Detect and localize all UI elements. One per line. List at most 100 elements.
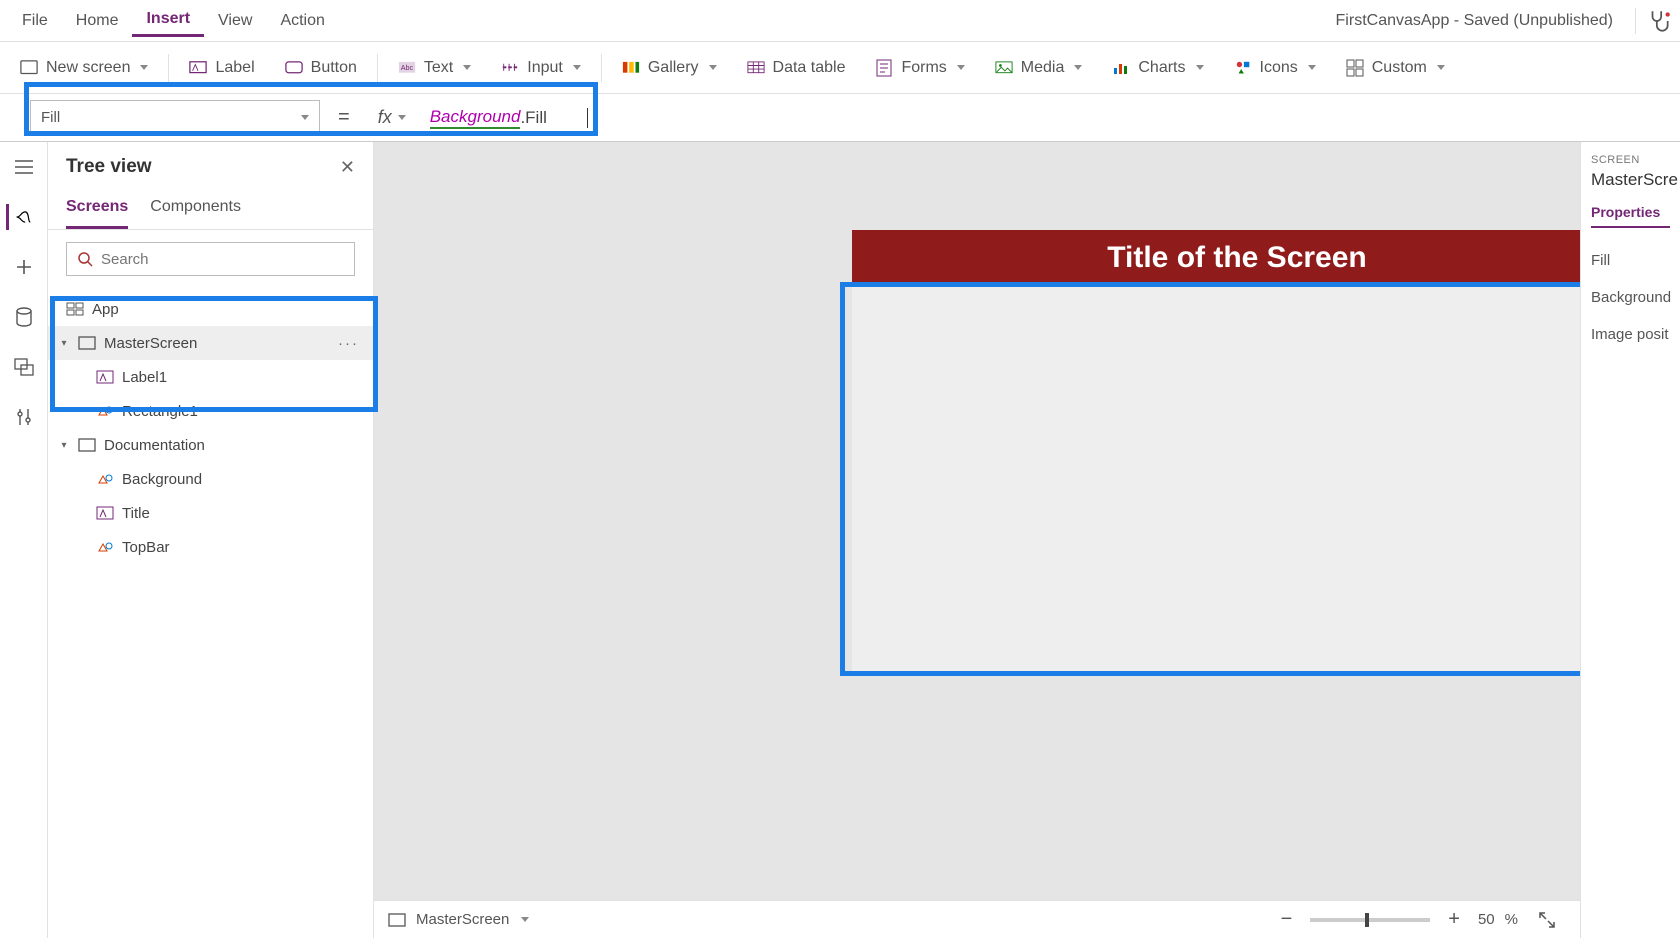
props-tab-properties[interactable]: Properties: [1591, 204, 1670, 228]
advanced-tools-icon[interactable]: [11, 404, 37, 430]
label-icon: [96, 506, 114, 520]
media-panel-icon[interactable]: [11, 354, 37, 380]
data-icon[interactable]: [11, 304, 37, 330]
chevron-down-icon[interactable]: ▾: [58, 440, 70, 451]
menu-file[interactable]: File: [8, 6, 62, 36]
menu-bar: File Home Insert View Action FirstCanvas…: [0, 0, 1680, 42]
tab-screens[interactable]: Screens: [66, 192, 128, 229]
tree-node-documentation-label: Documentation: [104, 437, 205, 454]
app-checker-icon[interactable]: [1646, 8, 1672, 34]
screen-icon: [388, 913, 406, 927]
hamburger-icon[interactable]: [11, 154, 37, 180]
zoom-out-button[interactable]: −: [1273, 908, 1301, 931]
fx-label: fx: [378, 107, 392, 128]
insert-text-label: Text: [424, 59, 453, 77]
tree-node-topbar[interactable]: TopBar: [48, 530, 373, 564]
search-icon: [77, 251, 93, 267]
prop-row-background[interactable]: Background: [1591, 279, 1670, 316]
chevron-down-icon[interactable]: [521, 917, 529, 922]
shape-icon: [96, 540, 114, 554]
chevron-down-icon: [301, 115, 309, 120]
close-icon[interactable]: ✕: [340, 157, 355, 178]
gallery-icon: [622, 59, 640, 77]
insert-icons-button[interactable]: Icons: [1220, 53, 1330, 83]
tree-node-app-label: App: [92, 301, 119, 318]
insert-forms-button[interactable]: Forms: [861, 53, 978, 83]
tree-view-tab-icon[interactable]: [6, 204, 32, 230]
tree-node-app[interactable]: App: [48, 292, 373, 326]
menu-view[interactable]: View: [204, 6, 266, 36]
canvas-title-label[interactable]: Title of the Screen: [1107, 241, 1367, 275]
canvas[interactable]: Title of the Screen MasterScreen − + 50 …: [374, 142, 1580, 938]
icons-icon: [1234, 59, 1252, 77]
properties-panel: SCREEN MasterScre Properties Fill Backgr…: [1580, 142, 1680, 938]
search-input[interactable]: [101, 251, 344, 268]
tree-node-title[interactable]: Title: [48, 496, 373, 530]
menu-home[interactable]: Home: [62, 6, 133, 36]
more-icon[interactable]: ···: [338, 335, 359, 352]
tree-node-background[interactable]: Background: [48, 462, 373, 496]
left-rail: [0, 142, 48, 938]
property-selector[interactable]: Fill: [30, 100, 320, 136]
tree-node-masterscreen[interactable]: ▾ MasterScreen ···: [48, 326, 373, 360]
chevron-down-icon: [1437, 65, 1445, 70]
insert-datatable-button[interactable]: Data table: [733, 53, 860, 83]
insert-input-label: Input: [527, 59, 563, 77]
fx-button[interactable]: fx: [368, 107, 416, 128]
custom-icon: [1346, 59, 1364, 77]
label-icon: [96, 370, 114, 384]
datatable-icon: [747, 59, 765, 77]
equals-sign: =: [320, 106, 368, 129]
insert-forms-label: Forms: [901, 59, 946, 77]
menu-insert[interactable]: Insert: [132, 4, 204, 37]
formula-token-reference: Background: [430, 107, 521, 129]
formula-bar: Fill = fx Background.Fill: [0, 94, 1680, 142]
button-icon: [285, 59, 303, 77]
zoom-in-button[interactable]: +: [1440, 908, 1468, 931]
tree-node-rectangle1-label: Rectangle1: [122, 403, 198, 420]
tree-view-tabs: Screens Components: [48, 184, 373, 230]
insert-media-button[interactable]: Media: [981, 53, 1097, 83]
insert-custom-label: Custom: [1372, 59, 1427, 77]
props-section-label: SCREEN: [1591, 154, 1670, 166]
tree: App ▾ MasterScreen ··· Label1 Rectangle1…: [48, 288, 373, 568]
media-icon: [995, 59, 1013, 77]
chevron-down-icon: [957, 65, 965, 70]
chevron-down-icon: [398, 115, 406, 120]
new-screen-button[interactable]: New screen: [6, 53, 162, 83]
insert-input-button[interactable]: Input: [487, 53, 595, 83]
forms-icon: [875, 59, 893, 77]
insert-button-text: Button: [311, 59, 357, 77]
zoom-slider[interactable]: [1310, 918, 1430, 922]
prop-row-image-position[interactable]: Image posit: [1591, 316, 1670, 353]
prop-row-fill[interactable]: Fill: [1591, 242, 1670, 279]
insert-button-button[interactable]: Button: [271, 53, 371, 83]
search-box[interactable]: [66, 242, 355, 276]
tree-node-label1[interactable]: Label1: [48, 360, 373, 394]
tree-node-label1-label: Label1: [122, 369, 167, 386]
tree-view-title: Tree view: [66, 156, 152, 178]
fit-to-window-icon[interactable]: [1528, 911, 1566, 929]
insert-charts-label: Charts: [1138, 59, 1185, 77]
screen-icon: [78, 438, 96, 452]
tree-node-background-label: Background: [122, 471, 202, 488]
canvas-topbar[interactable]: Title of the Screen: [852, 230, 1580, 286]
insert-charts-button[interactable]: Charts: [1098, 53, 1217, 83]
charts-icon: [1112, 59, 1130, 77]
formula-input[interactable]: Background.Fill: [416, 94, 1680, 141]
insert-gallery-button[interactable]: Gallery: [608, 53, 731, 83]
tree-node-documentation[interactable]: ▾ Documentation: [48, 428, 373, 462]
chevron-down-icon[interactable]: ▾: [58, 338, 70, 349]
tree-node-rectangle1[interactable]: Rectangle1: [48, 394, 373, 428]
menu-action[interactable]: Action: [266, 6, 338, 36]
insert-custom-button[interactable]: Custom: [1332, 53, 1459, 83]
formula-token-property: Fill: [525, 108, 547, 128]
add-icon[interactable]: [11, 254, 37, 280]
tab-components[interactable]: Components: [150, 192, 241, 229]
insert-icons-label: Icons: [1260, 59, 1298, 77]
status-current-screen[interactable]: MasterScreen: [416, 911, 509, 928]
insert-datatable-label: Data table: [773, 59, 846, 77]
chevron-down-icon: [1074, 65, 1082, 70]
insert-label-button[interactable]: Label: [175, 53, 268, 83]
insert-text-button[interactable]: Abc Text: [384, 53, 485, 83]
